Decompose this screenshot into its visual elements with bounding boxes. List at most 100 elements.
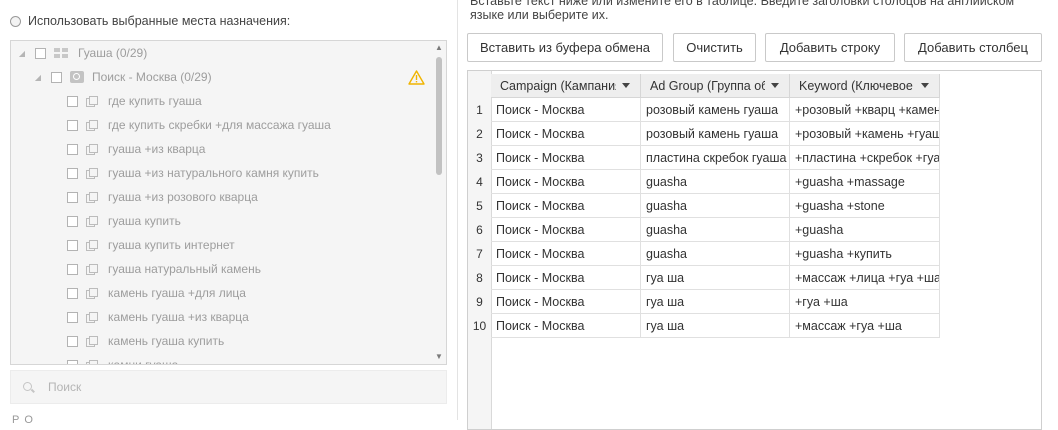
tree-keyword-label: камень гуаша +из кварца	[108, 310, 249, 324]
cell-campaign[interactable]: Поиск - Москва	[491, 290, 641, 314]
cell-ad-group[interactable]: гуа ша	[641, 314, 790, 338]
tree-keyword-row[interactable]: гуаша +из натурального камня купить	[67, 161, 319, 185]
tree-keyword-row[interactable]: камни гуаша	[67, 353, 178, 364]
keyword-copy-icon	[86, 335, 98, 347]
tree-keyword-row[interactable]: где купить гуаша	[67, 89, 202, 113]
tree-keyword-label: где купить гуаша	[108, 94, 202, 108]
keyword-copy-icon	[86, 239, 98, 251]
cell-campaign[interactable]: Поиск - Москва	[491, 146, 641, 170]
use-selected-destinations-option[interactable]: Использовать выбранные места назначения:	[10, 12, 290, 30]
cell-campaign[interactable]: Поиск - Москва	[491, 242, 641, 266]
collapse-caret-icon[interactable]: ◢	[17, 49, 27, 58]
cell-keyword[interactable]: +розовый +камень +гуаша	[790, 122, 940, 146]
row-number[interactable]: 6	[468, 218, 491, 242]
cell-keyword[interactable]: +guasha +stone	[790, 194, 940, 218]
clear-button[interactable]: Очистить	[673, 33, 756, 62]
tree-keyword-row[interactable]: камень гуаша купить	[67, 329, 224, 353]
tree-keyword-label: камень гуаша +для лица	[108, 286, 246, 300]
column-dropdown-icon[interactable]	[622, 83, 630, 88]
cell-ad-group[interactable]: пластина скребок гуаша	[641, 146, 790, 170]
add-column-button[interactable]: Добавить столбец	[904, 33, 1042, 62]
row-number[interactable]: 7	[468, 242, 491, 266]
cell-keyword[interactable]: +розовый +кварц +камень	[790, 98, 940, 122]
keyword-copy-icon	[86, 95, 98, 107]
use-selected-label: Использовать выбранные места назначения:	[28, 14, 291, 28]
scroll-up-arrow-icon[interactable]: ▲	[433, 43, 445, 53]
tree-keyword-checkbox[interactable]	[67, 119, 78, 131]
cell-campaign[interactable]: Поиск - Москва	[491, 218, 641, 242]
cell-campaign[interactable]: Поиск - Москва	[491, 194, 641, 218]
cell-ad-group[interactable]: guasha	[641, 170, 790, 194]
tree-search-box[interactable]	[10, 370, 447, 404]
tree-keyword-row[interactable]: камень гуаша +для лица	[67, 281, 246, 305]
cell-ad-group[interactable]: розовый камень гуаша	[641, 122, 790, 146]
scroll-down-arrow-icon[interactable]: ▼	[433, 352, 445, 362]
row-number[interactable]: 8	[468, 266, 491, 290]
tree-keyword-checkbox[interactable]	[67, 287, 78, 299]
cell-campaign[interactable]: Поиск - Москва	[491, 170, 641, 194]
cell-keyword[interactable]: +guasha +massage	[790, 170, 940, 194]
tree-keyword-checkbox[interactable]	[67, 143, 78, 155]
tree-keyword-checkbox[interactable]	[67, 335, 78, 347]
tree-keyword-row[interactable]: гуаша натуральный камень	[67, 257, 261, 281]
paste-from-clipboard-button[interactable]: Вставить из буфера обмена	[467, 33, 663, 62]
tree-scrollbar[interactable]: ▲ ▼	[433, 43, 445, 362]
tree-keyword-checkbox[interactable]	[67, 95, 78, 107]
collapse-caret-icon[interactable]: ◢	[33, 73, 43, 82]
cell-ad-group[interactable]: guasha	[641, 242, 790, 266]
cell-campaign[interactable]: Поиск - Москва	[491, 98, 641, 122]
tree-campaign-checkbox[interactable]	[51, 71, 62, 83]
data-table: Campaign (Кампания) Ad Group (Группа объ…	[467, 70, 1042, 430]
panel-divider	[457, 0, 458, 420]
cell-keyword[interactable]: +guasha	[790, 218, 940, 242]
add-row-button[interactable]: Добавить строку	[765, 33, 895, 62]
cell-ad-group[interactable]: гуа ша	[641, 266, 790, 290]
column-header-keyword[interactable]: Keyword (Ключевое слово)	[790, 74, 940, 98]
row-number[interactable]: 1	[468, 98, 491, 122]
tree-keyword-checkbox[interactable]	[67, 311, 78, 323]
tree-keyword-checkbox[interactable]	[67, 215, 78, 227]
row-number[interactable]: 5	[468, 194, 491, 218]
row-number[interactable]: 10	[468, 314, 491, 338]
row-number[interactable]: 2	[468, 122, 491, 146]
column-header-ad-group[interactable]: Ad Group (Группа объявлений)	[641, 74, 790, 98]
keyword-copy-icon	[86, 263, 98, 275]
tree-keyword-row[interactable]: гуаша +из кварца	[67, 137, 205, 161]
cell-campaign[interactable]: Поиск - Москва	[491, 266, 641, 290]
tree-root-checkbox[interactable]	[35, 47, 46, 59]
scroll-thumb[interactable]	[436, 57, 442, 175]
tree-root-row[interactable]: ◢ Гуаша (0/29)	[17, 41, 147, 65]
row-number[interactable]: 4	[468, 170, 491, 194]
cell-ad-group[interactable]: розовый камень гуаша	[641, 98, 790, 122]
keyword-copy-icon	[86, 359, 98, 364]
search-input[interactable]	[46, 379, 430, 395]
tree-keyword-row[interactable]: гуаша купить	[67, 209, 181, 233]
tree-keyword-row[interactable]: камень гуаша +из кварца	[67, 305, 249, 329]
cell-campaign[interactable]: Поиск - Москва	[491, 122, 641, 146]
cell-keyword[interactable]: +пластина +скребок +гуаша	[790, 146, 940, 170]
cell-keyword[interactable]: +гуа +ша	[790, 290, 940, 314]
tree-keyword-checkbox[interactable]	[67, 239, 78, 251]
tree-keyword-row[interactable]: гуаша купить интернет	[67, 233, 235, 257]
tree-keyword-row[interactable]: гуаша +из розового кварца	[67, 185, 258, 209]
cell-ad-group[interactable]: гуа ша	[641, 290, 790, 314]
tree-keyword-checkbox[interactable]	[67, 359, 78, 364]
cell-ad-group[interactable]: guasha	[641, 218, 790, 242]
tree-keyword-checkbox[interactable]	[67, 167, 78, 179]
cell-keyword[interactable]: +массаж +лица +гуа +ша	[790, 266, 940, 290]
column-dropdown-icon[interactable]	[771, 83, 779, 88]
cell-keyword[interactable]: +guasha +купить	[790, 242, 940, 266]
tree-keyword-row[interactable]: где купить скребки +для массажа гуаша	[67, 113, 331, 137]
row-number[interactable]: 9	[468, 290, 491, 314]
row-number[interactable]: 3	[468, 146, 491, 170]
cell-campaign[interactable]: Поиск - Москва	[491, 314, 641, 338]
tree-keyword-checkbox[interactable]	[67, 263, 78, 275]
cell-keyword[interactable]: +массаж +гуа +ша	[790, 314, 940, 338]
tree-keyword-label: гуаша +из натурального камня купить	[108, 166, 319, 180]
column-header-campaign[interactable]: Campaign (Кампания)	[491, 74, 641, 98]
cell-ad-group[interactable]: guasha	[641, 194, 790, 218]
use-selected-radio[interactable]	[10, 15, 21, 27]
tree-campaign-row[interactable]: ◢ Поиск - Москва (0/29)	[33, 65, 212, 89]
tree-keyword-checkbox[interactable]	[67, 191, 78, 203]
column-dropdown-icon[interactable]	[921, 83, 929, 88]
